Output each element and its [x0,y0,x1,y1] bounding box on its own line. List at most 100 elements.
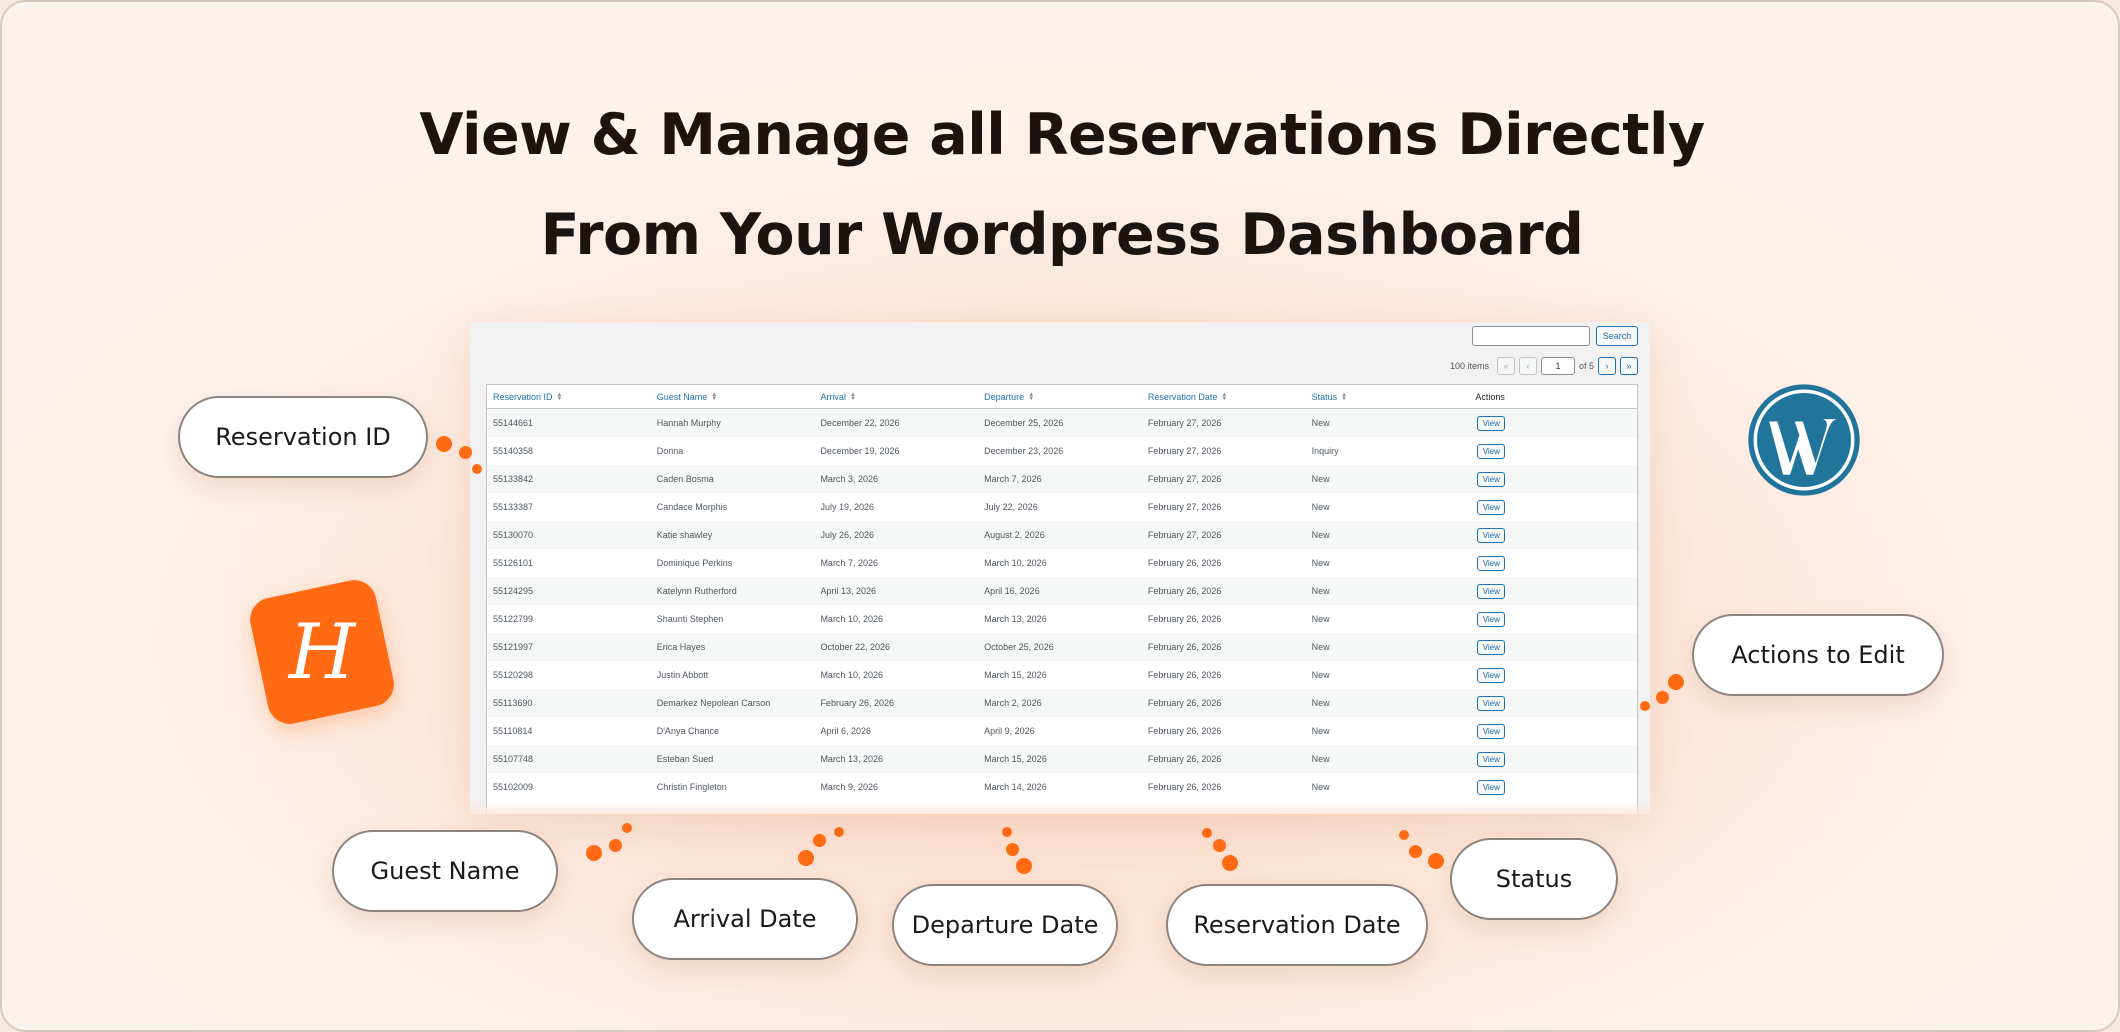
cell-actions: View [1469,555,1637,571]
search-button[interactable]: Search [1596,326,1638,346]
cell-arrival: March 7, 2026 [820,558,878,568]
cell-arrival: July 26, 2026 [820,530,874,540]
table-row: 55126101 Dominique Perkins March 7, 2026 Ma… [487,549,1637,577]
view-button[interactable]: View [1477,695,1506,711]
cell-departure: April 9, 2026 [984,726,1035,736]
sort-icon: ▲ ▼ [1341,391,1348,402]
promo-canvas: View & Manage all Reservations Directly … [0,0,2120,1032]
cell-reservation-id: 55130070 [493,530,534,540]
table-row: 55130070 Katie shawley July 26, 2026 August… [487,521,1637,549]
sort-icon: ▲ ▼ [849,391,856,402]
cell-actions: View [1469,639,1637,655]
cell-guest-name: Candace Morphis [656,502,728,512]
cell-actions: View [1469,583,1637,599]
cell-arrival: April 13, 2026 [820,586,876,596]
table-row: 55113690 Demarkez Nepolean Carson February… [487,689,1637,717]
column-header-reservation-date[interactable]: Reservation Date ▲ ▼ [1142,392,1306,402]
view-button[interactable]: View [1477,499,1506,515]
column-header-guest-name[interactable]: Guest Name ▲ ▼ [651,392,815,402]
callout-reservation-id: Reservation ID [178,396,428,478]
cell-guest-name: Esteban Sued [656,754,714,764]
view-button[interactable]: View [1477,779,1506,795]
table-toolbar: Search 100 items « ‹ 1 of 5 › » [470,322,1650,382]
table-row: 55107748 Esteban Sued March 13, 2026 March … [487,745,1637,773]
view-button[interactable]: View [1477,639,1506,655]
cell-arrival: April 6, 2026 [820,726,871,736]
cell-reservation-date: February 26, 2026 [1147,558,1222,568]
cell-departure: March 2, 2026 [984,698,1042,708]
cell-guest-name: Hannah Murphy [656,418,721,428]
cell-departure: March 13, 2026 [984,614,1047,624]
table-row: 55120298 Justin Abbott March 10, 2026 March… [487,661,1637,689]
view-button[interactable]: View [1477,443,1506,459]
cell-reservation-id: 55133387 [493,502,534,512]
view-button[interactable]: View [1477,667,1506,683]
view-button[interactable]: View [1477,583,1506,599]
cell-reservation-id: 55102009 [493,782,534,792]
sort-icon: ▲ ▼ [1028,391,1035,402]
view-button[interactable]: View [1477,751,1506,767]
view-button[interactable]: View [1477,415,1506,431]
cell-guest-name: Demarkez Nepolean Carson [656,698,771,708]
callout-departure-date: Departure Date [892,884,1118,966]
cell-reservation-id: 55113690 [493,698,533,708]
cell-reservation-date: February 26, 2026 [1147,754,1222,764]
view-button[interactable]: View [1477,611,1506,627]
cell-guest-name: Caden Bosma [656,474,714,484]
cell-reservation-date: February 26, 2026 [1147,614,1222,624]
cell-arrival: March 13, 2026 [820,754,883,764]
cell-departure: July 22, 2026 [984,502,1038,512]
cell-reservation-id: 55144661 [493,418,534,428]
cell-departure: March 14, 2026 [984,782,1047,792]
cell-actions: View [1469,527,1637,543]
search-input[interactable] [1472,326,1590,346]
first-page-button[interactable]: « [1496,357,1515,375]
cell-status: New [1311,502,1330,512]
cell-status: New [1311,614,1330,624]
cell-reservation-id: 55122799 [493,614,534,624]
column-header-reservation-id[interactable]: Reservation ID ▲ ▼ [487,392,651,402]
table-row: 55110814 D'Anya Chance April 6, 2026 April … [487,717,1637,745]
cell-reservation-date: February 26, 2026 [1147,782,1222,792]
cell-reservation-date: February 27, 2026 [1147,418,1222,428]
cell-guest-name: Erica Hayes [656,642,706,652]
cell-status: New [1311,782,1330,792]
table-row: 55122799 Shaunti Stephen March 10, 2026 Mar… [487,605,1637,633]
cell-status: New [1311,726,1330,736]
view-button[interactable]: View [1477,723,1506,739]
cell-guest-name: D'Anya Chance [656,726,719,736]
cell-reservation-date: February 26, 2026 [1147,698,1222,708]
table-header: Reservation ID ▲ ▼ Guest Name ▲ ▼ Arrival ▲ ▼ … [487,385,1637,409]
cell-status: New [1311,642,1330,652]
view-button[interactable]: View [1477,527,1506,543]
cell-reservation-date: February 27, 2026 [1147,530,1222,540]
column-header-departure[interactable]: Departure ▲ ▼ [978,392,1142,402]
current-page-input[interactable]: 1 [1540,357,1575,375]
cell-actions: View [1469,611,1637,627]
column-header-arrival[interactable]: Arrival ▲ ▼ [814,392,978,402]
pagination: 100 items « ‹ 1 of 5 › » [1450,356,1638,376]
table-row: 55133842 Caden Bosma March 3, 2026 March 7,… [487,465,1637,493]
next-page-button[interactable]: › [1598,357,1616,375]
cell-departure: March 15, 2026 [984,754,1047,764]
page-total: of 5 [1578,361,1594,371]
table-row: 55121997 Erica Hayes October 22, 2026 Octob… [487,633,1637,661]
cell-reservation-date: February 27, 2026 [1147,502,1222,512]
cell-reservation-date: February 26, 2026 [1147,670,1222,680]
view-button[interactable]: View [1477,555,1506,571]
cell-actions: View [1469,499,1637,515]
hostaway-logo-icon: H [246,576,398,728]
column-header-status[interactable]: Status ▲ ▼ [1306,392,1470,402]
cell-arrival: October 22, 2026 [820,642,890,652]
cell-arrival: March 9, 2026 [820,782,878,792]
sort-icon: ▲ ▼ [711,391,718,402]
cell-reservation-id: 55126101 [493,558,534,568]
view-button[interactable]: View [1477,471,1506,487]
cell-reservation-id: 55133842 [493,474,534,484]
prev-page-button[interactable]: ‹ [1518,357,1537,375]
last-page-button[interactable]: » [1620,357,1638,375]
cell-actions: View [1469,695,1637,711]
items-count: 100 items [1449,361,1489,371]
cell-guest-name: Shaunti Stephen [656,614,724,624]
cell-arrival: February 26, 2026 [820,698,894,708]
